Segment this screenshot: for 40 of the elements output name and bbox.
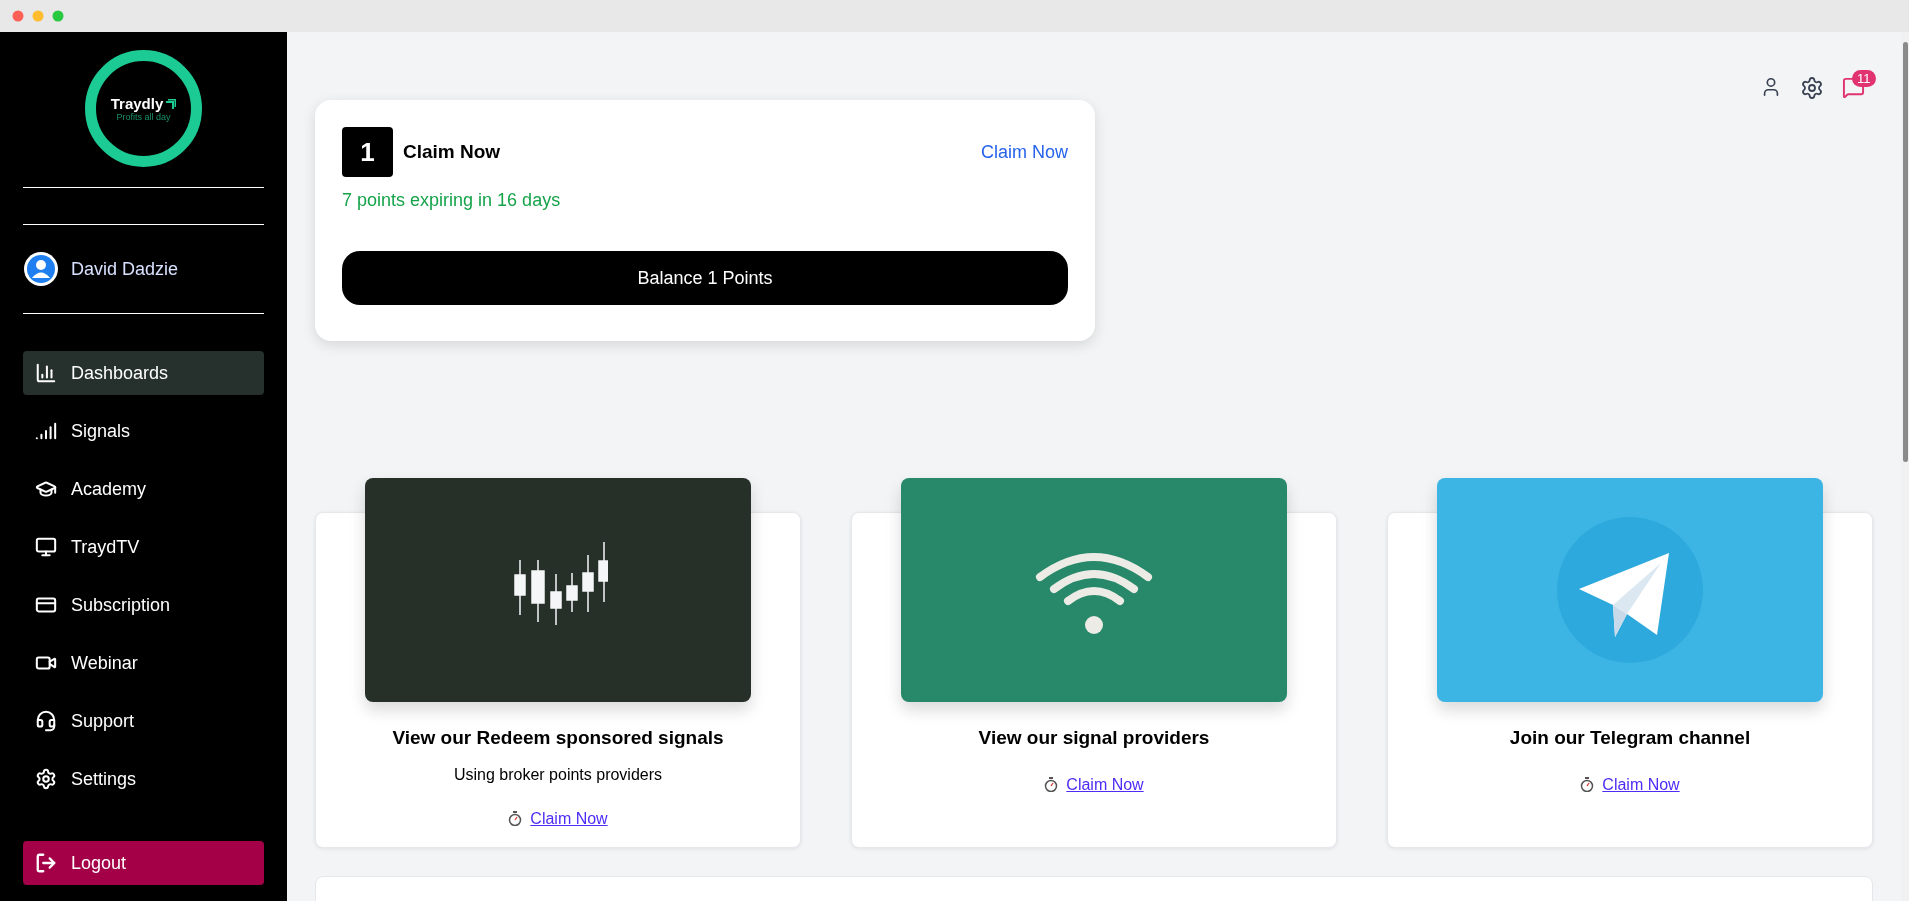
rank-number: 1 (342, 127, 393, 177)
nav-item[interactable]: Signals (23, 409, 264, 453)
brand-name: Traydly (110, 95, 164, 111)
claim-now-link[interactable]: Claim Now (1066, 772, 1144, 797)
settings-icon[interactable] (1800, 76, 1824, 100)
nav-item[interactable]: Support (23, 699, 264, 743)
nav-item[interactable]: Academy (23, 467, 264, 511)
balance-button[interactable]: Balance 1 Points (342, 251, 1068, 305)
nav-item[interactable]: Subscription (23, 583, 264, 627)
offer-subtitle: Using broker points providers (453, 764, 663, 785)
bar-chart-icon (35, 362, 57, 384)
paper-plane-icon (1557, 517, 1703, 663)
offer-title: View our signal providers (978, 726, 1210, 750)
points-card-title: Claim Now (403, 139, 501, 164)
nav-item[interactable]: Dashboards (23, 351, 264, 395)
user-name: David Dadzie (71, 257, 179, 281)
stopwatch-icon (1580, 777, 1595, 792)
headset-icon (35, 710, 57, 732)
logout-button[interactable]: Logout (23, 841, 264, 885)
offer-title: Join our Telegram channel (1509, 726, 1751, 750)
up-arrows-icon (164, 98, 177, 111)
nav-item[interactable]: Settings (23, 757, 264, 801)
stopwatch-icon (508, 811, 523, 826)
nav-item[interactable]: Webinar (23, 641, 264, 685)
claim-now-link[interactable]: Claim Now (981, 138, 1068, 166)
expiry-text: 7 points expiring in 16 days (342, 189, 562, 212)
notification-badge: 11 (1852, 70, 1876, 87)
claim-now-link[interactable]: Claim Now (530, 806, 608, 831)
nav-item[interactable]: TraydTV (23, 525, 264, 569)
settings-icon (35, 768, 57, 790)
signal-bars-icon (35, 420, 57, 442)
logout-icon (35, 852, 57, 874)
stopwatch-icon (1044, 777, 1059, 792)
claim-now-link[interactable]: Claim Now (1602, 772, 1680, 797)
monitor-icon (35, 536, 57, 558)
scrollbar-drawing[interactable] (1901, 32, 1909, 901)
offer-title: View our Redeem sponsored signals (392, 726, 724, 750)
user-avatar-icon (23, 251, 59, 287)
brand-logo[interactable]: Traydly Profits all day (85, 50, 202, 167)
brand-tagline: Profits all day (116, 112, 171, 122)
